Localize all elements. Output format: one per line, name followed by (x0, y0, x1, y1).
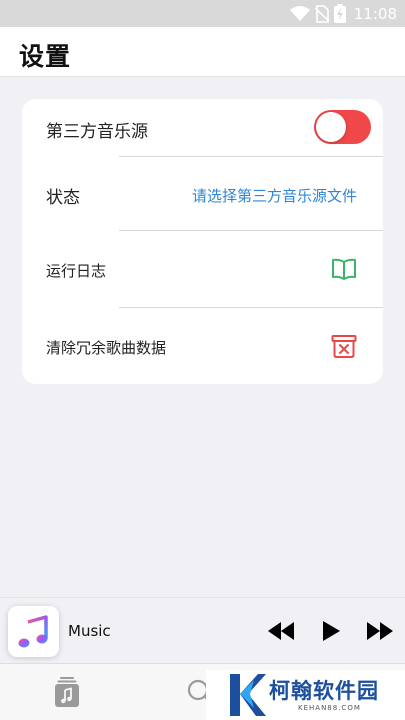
log-label: 运行日志 (46, 262, 107, 280)
toggle-knob (316, 112, 346, 142)
status-label: 状态 (46, 188, 80, 208)
watermark-logo (230, 674, 266, 716)
fast-forward-icon[interactable] (365, 618, 395, 644)
trash-box-icon[interactable] (331, 333, 357, 359)
library-icon[interactable] (54, 676, 80, 708)
page-title: 设置 (19, 42, 72, 71)
header: 设置 (0, 27, 405, 77)
watermark-subtext: KEHAN88.COM (298, 704, 361, 712)
no-sim-icon (314, 4, 329, 23)
watermark-text: 柯翰软件园 (269, 679, 379, 703)
log-row[interactable]: 运行日志 (22, 231, 383, 307)
third-party-source-row: 第三方音乐源 (22, 99, 383, 156)
watermark: 柯翰软件园 KEHAN88.COM (206, 670, 405, 720)
rewind-icon[interactable] (266, 618, 296, 644)
track-title: Music (68, 622, 111, 640)
battery-charging-icon (333, 4, 346, 23)
clean-data-row[interactable]: 清除冗余歌曲数据 (22, 308, 383, 384)
clock: 11:08 (353, 4, 397, 23)
album-art[interactable] (8, 606, 59, 657)
book-icon[interactable] (331, 256, 357, 282)
clean-data-label: 清除冗余歌曲数据 (46, 339, 167, 357)
wifi-icon (289, 5, 310, 21)
music-note-icon (18, 614, 48, 647)
mini-player[interactable]: Music (0, 597, 405, 663)
status-row[interactable]: 状态 请选择第三方音乐源文件 (22, 157, 383, 231)
status-bar: 11:08 (0, 0, 405, 27)
play-icon[interactable] (320, 618, 342, 644)
status-icons: 11:08 (289, 3, 397, 24)
choose-source-file-link[interactable]: 请选择第三方音乐源文件 (192, 185, 357, 206)
settings-card: 第三方音乐源 状态 请选择第三方音乐源文件 运行日志 清除冗余歌曲数据 (22, 99, 383, 384)
third-party-source-toggle[interactable] (314, 110, 371, 144)
third-party-source-label: 第三方音乐源 (46, 122, 148, 142)
